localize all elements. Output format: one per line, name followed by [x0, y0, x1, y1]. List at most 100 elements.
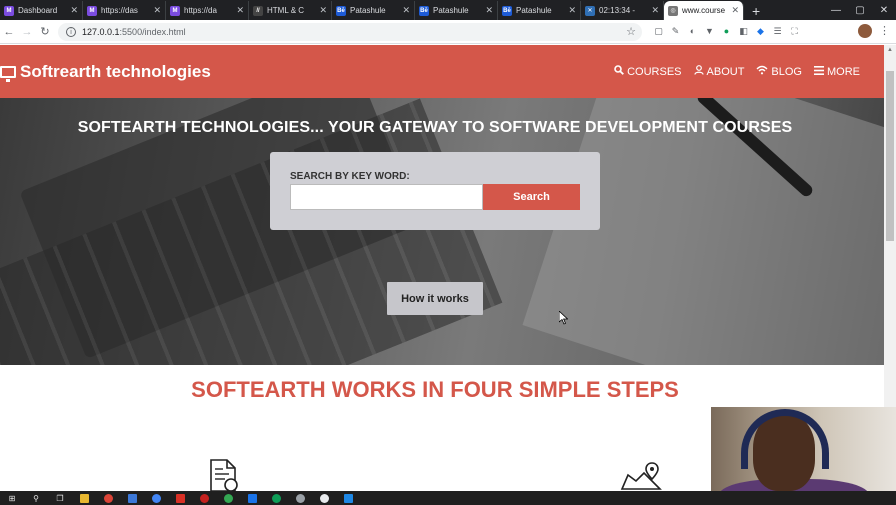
tab-favicon-icon: Bē: [502, 5, 512, 16]
nav-links: COURSES ABOUT BLOG MORE: [614, 45, 860, 98]
tab-label: https://das: [101, 6, 138, 15]
nav-courses[interactable]: COURSES: [614, 65, 682, 78]
back-arrow-icon[interactable]: ←: [0, 22, 18, 42]
maximize-icon[interactable]: ▢: [848, 0, 872, 20]
app-icon[interactable]: [197, 492, 211, 504]
brand-name: Softrearth technologies: [20, 61, 211, 81]
tab-close-icon[interactable]: ✕: [319, 5, 327, 16]
nav-about[interactable]: ABOUT: [693, 65, 745, 78]
tab-close-icon[interactable]: ✕: [485, 5, 493, 16]
hero-section: SOFTEARTH TECHNOLOGIES... YOUR GATEWAY T…: [0, 98, 884, 365]
browser-tab[interactable]: ✕ 02:13:34 - ✕: [581, 1, 664, 20]
minimize-icon[interactable]: —: [824, 0, 848, 20]
hero-background-notebook: [522, 98, 884, 365]
app-icon[interactable]: [125, 492, 139, 504]
steps-title: SOFTEARTH WORKS IN FOUR SIMPLE STEPS: [191, 377, 679, 402]
browser-tab[interactable]: M Dashboard ✕: [0, 1, 83, 20]
tab-label: 02:13:34 -: [599, 6, 636, 15]
start-icon[interactable]: ⊞: [5, 492, 19, 504]
tab-close-icon[interactable]: ✕: [568, 5, 576, 16]
tab-close-icon[interactable]: ✕: [651, 5, 659, 16]
browser-tab[interactable]: M https://das ✕: [83, 1, 166, 20]
nav-more[interactable]: MORE: [814, 65, 860, 78]
tab-favicon-icon: ✕: [585, 5, 595, 16]
address-bar[interactable]: i 127.0.0.1:5500/index.html ☆: [58, 23, 642, 41]
pdf-icon[interactable]: [173, 492, 187, 504]
extension-icon[interactable]: ✎: [669, 24, 682, 38]
reload-icon[interactable]: ↻: [36, 22, 54, 42]
nav-more-label: MORE: [827, 65, 860, 78]
browser-tab-strip: M Dashboard ✕ M https://das ✕ M https://…: [0, 0, 896, 20]
tab-favicon-icon: M: [4, 5, 14, 16]
tab-favicon-icon: Bē: [419, 5, 429, 16]
kebab-menu-icon[interactable]: ⋮: [879, 24, 890, 37]
how-it-works-button[interactable]: How it works: [387, 282, 483, 315]
app-icon[interactable]: [293, 492, 307, 504]
bookmark-star-icon[interactable]: ☆: [626, 25, 636, 38]
nav-blog-label: BLOG: [771, 65, 802, 78]
chrome-icon[interactable]: [101, 492, 115, 504]
chrome-icon[interactable]: [149, 492, 163, 504]
tab-close-icon[interactable]: ✕: [153, 5, 161, 16]
extension-icon[interactable]: ⛶: [788, 24, 801, 38]
tab-label: Patashule: [350, 6, 386, 15]
browser-tab[interactable]: Bē Patashule ✕: [498, 1, 581, 20]
url-host: 127.0.0.1: [82, 27, 120, 37]
tab-favicon-icon: ◎: [668, 5, 678, 16]
extension-icon[interactable]: ●: [720, 24, 733, 38]
extension-icon[interactable]: ◆: [754, 24, 767, 38]
tab-close-icon[interactable]: ✕: [731, 5, 739, 16]
search-button[interactable]: Search: [483, 184, 580, 210]
tab-favicon-icon: Bē: [336, 5, 346, 16]
extension-icon[interactable]: ▼: [703, 24, 716, 38]
search-icon[interactable]: ⚲: [29, 492, 43, 504]
scrollbar-thumb[interactable]: [886, 71, 894, 241]
search-icon: [614, 65, 625, 78]
tab-favicon-icon: M: [87, 5, 97, 16]
user-icon: [693, 65, 704, 78]
search-input[interactable]: [290, 184, 483, 210]
app-icon[interactable]: [245, 492, 259, 504]
profile-avatar[interactable]: [858, 24, 872, 38]
scroll-up-icon[interactable]: ▲: [887, 47, 893, 53]
tab-label: https://da: [184, 6, 217, 15]
vscode-icon[interactable]: [341, 492, 355, 504]
browser-toolbar: ← → ↻ i 127.0.0.1:5500/index.html ☆ ▢ ✎ …: [0, 20, 896, 44]
browser-tab-active[interactable]: ◎ www.course ✕: [664, 1, 744, 20]
site-brand[interactable]: Softrearth technologies: [0, 62, 211, 82]
browser-tab[interactable]: Bē Patashule ✕: [415, 1, 498, 20]
tab-label: HTML & C: [267, 6, 305, 15]
nav-about-label: ABOUT: [706, 65, 745, 78]
tab-label: Patashule: [516, 6, 552, 15]
search-label: SEARCH BY KEY WORD:: [290, 171, 410, 182]
headphones-icon: [741, 409, 829, 469]
file-explorer-icon[interactable]: [77, 492, 91, 504]
menu-icon: [814, 65, 824, 78]
browser-tab[interactable]: M https://da ✕: [166, 1, 249, 20]
app-icon[interactable]: [221, 492, 235, 504]
app-icon[interactable]: [317, 492, 331, 504]
app-icon[interactable]: [269, 492, 283, 504]
task-view-icon[interactable]: ❐: [53, 492, 67, 504]
tab-label: www.course: [682, 6, 726, 15]
monitor-icon: [0, 65, 16, 82]
extension-icon[interactable]: ◐: [686, 24, 699, 38]
close-window-icon[interactable]: ✕: [872, 0, 896, 20]
browser-tab[interactable]: Bē Patashule ✕: [332, 1, 415, 20]
tab-favicon-icon: M: [170, 5, 180, 16]
nav-blog[interactable]: BLOG: [756, 65, 802, 78]
browser-tab[interactable]: // HTML & C ✕: [249, 1, 332, 20]
document-icon: [210, 459, 238, 491]
extensions-area: ▢ ✎ ◐ ▼ ● ◧ ◆ ☰ ⛶: [652, 24, 801, 38]
nav-courses-label: COURSES: [627, 65, 682, 78]
forward-arrow-icon[interactable]: →: [18, 22, 36, 42]
new-tab-button[interactable]: +: [744, 1, 768, 20]
extension-icon[interactable]: ◧: [737, 24, 750, 38]
tab-close-icon[interactable]: ✕: [70, 5, 78, 16]
info-icon[interactable]: i: [66, 27, 76, 37]
tab-close-icon[interactable]: ✕: [402, 5, 410, 16]
extension-icon[interactable]: ☰: [771, 24, 784, 38]
tab-close-icon[interactable]: ✕: [236, 5, 244, 16]
search-panel: SEARCH BY KEY WORD: Search: [270, 152, 600, 230]
extension-icon[interactable]: ▢: [652, 24, 665, 38]
